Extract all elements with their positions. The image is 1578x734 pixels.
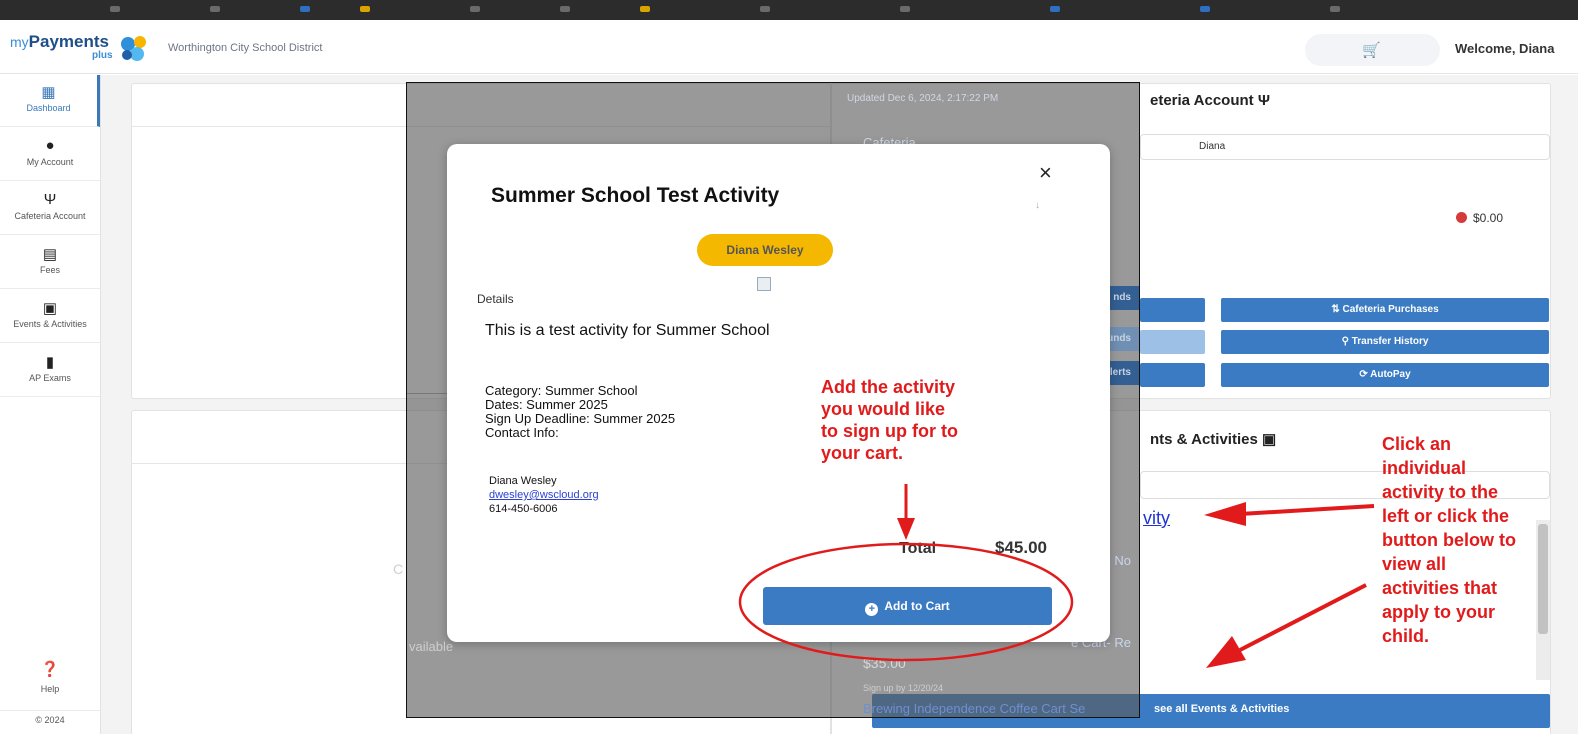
annotation-arrowhead-diag — [1206, 636, 1246, 668]
annotation-overlay — [738, 484, 1375, 668]
annotation-arrow-left — [1239, 504, 1375, 516]
annotation-ellipse — [738, 542, 1074, 662]
screen: myPayments plus Worthington City School … — [0, 0, 1578, 734]
annotation-arrowhead-down — [897, 518, 915, 540]
annotation-arrow-diag — [1239, 583, 1367, 652]
annotation-arrowhead-left — [1204, 502, 1246, 526]
